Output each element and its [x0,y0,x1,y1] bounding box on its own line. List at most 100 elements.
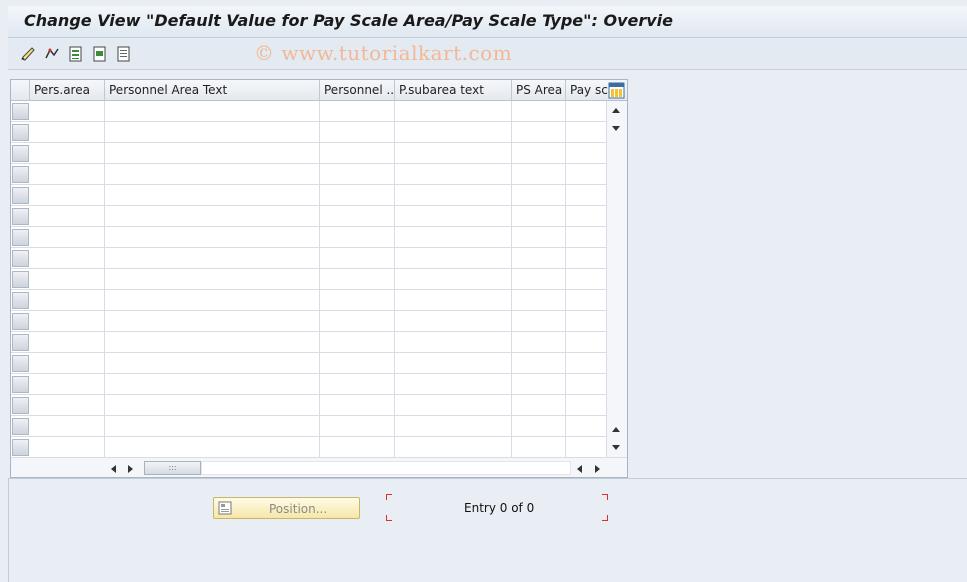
table-cell[interactable] [30,206,105,226]
table-cell[interactable] [395,248,512,268]
table-cell[interactable] [320,164,395,184]
table-cell[interactable] [512,206,566,226]
table-cell[interactable] [395,290,512,310]
deselect-all-icon[interactable] [115,45,133,63]
row-selector[interactable] [12,271,29,288]
table-cell[interactable] [566,164,607,184]
table-cell[interactable] [512,311,566,331]
table-cell[interactable] [105,416,320,436]
table-cell[interactable] [105,227,320,247]
table-cell[interactable] [105,353,320,373]
table-cell[interactable] [566,122,607,142]
row-selector[interactable] [12,376,29,393]
scroll-page-up-arrow-icon[interactable] [612,427,620,432]
table-cell[interactable] [105,332,320,352]
table-cell[interactable] [30,311,105,331]
table-cell[interactable] [512,248,566,268]
row-selector[interactable] [12,313,29,330]
other-entry-icon[interactable] [43,45,61,63]
table-cell[interactable] [320,290,395,310]
row-selector[interactable] [12,145,29,162]
row-selector[interactable] [12,397,29,414]
select-block-icon[interactable] [91,45,109,63]
row-selector[interactable] [12,355,29,372]
table-cell[interactable] [320,227,395,247]
row-selector[interactable] [12,124,29,141]
table-cell[interactable] [105,122,320,142]
scroll-far-left-arrow-icon[interactable] [577,465,582,473]
row-selector[interactable] [12,166,29,183]
table-cell[interactable] [566,101,607,121]
table-cell[interactable] [566,332,607,352]
table-cell[interactable] [30,164,105,184]
table-cell[interactable] [30,416,105,436]
table-cell[interactable] [320,353,395,373]
table-cell[interactable] [105,206,320,226]
scroll-right-arrow-icon[interactable] [128,465,133,473]
table-cell[interactable] [395,332,512,352]
table-cell[interactable] [320,143,395,163]
table-cell[interactable] [395,353,512,373]
table-cell[interactable] [105,143,320,163]
table-cell[interactable] [395,311,512,331]
table-cell[interactable] [566,206,607,226]
table-cell[interactable] [395,101,512,121]
table-cell[interactable] [566,185,607,205]
column-header-pay-scale[interactable]: Pay sca [566,80,608,101]
column-header-psubarea-text[interactable]: P.subarea text [395,80,512,101]
table-cell[interactable] [512,227,566,247]
table-cell[interactable] [30,395,105,415]
table-cell[interactable] [105,374,320,394]
table-cell[interactable] [512,143,566,163]
table-cell[interactable] [395,437,512,457]
scroll-left-arrow-icon[interactable] [111,465,116,473]
table-settings-icon[interactable] [608,82,625,99]
table-cell[interactable] [320,248,395,268]
display-change-icon[interactable] [19,45,37,63]
table-cell[interactable] [566,353,607,373]
table-cell[interactable] [566,416,607,436]
table-cell[interactable] [512,374,566,394]
row-selector[interactable] [12,439,29,456]
table-cell[interactable] [512,437,566,457]
column-header-personnel-area-text[interactable]: Personnel Area Text [105,80,320,101]
row-selector[interactable] [12,334,29,351]
table-cell[interactable] [30,122,105,142]
table-cell[interactable] [30,185,105,205]
table-cell[interactable] [566,290,607,310]
table-cell[interactable] [105,311,320,331]
table-cell[interactable] [395,122,512,142]
scroll-page-down-arrow-icon[interactable] [612,445,620,450]
horizontal-scrollbar[interactable]: ::: [11,457,627,477]
table-cell[interactable] [105,395,320,415]
column-header-pers-area[interactable]: Pers.area [30,80,105,101]
table-cell[interactable] [512,416,566,436]
row-selector[interactable] [12,250,29,267]
table-cell[interactable] [395,143,512,163]
table-cell[interactable] [105,164,320,184]
table-cell[interactable] [566,227,607,247]
table-cell[interactable] [395,269,512,289]
table-cell[interactable] [566,395,607,415]
table-cell[interactable] [512,332,566,352]
table-cell[interactable] [320,185,395,205]
row-selector[interactable] [12,418,29,435]
table-cell[interactable] [512,122,566,142]
table-cell[interactable] [512,185,566,205]
horizontal-scroll-thumb[interactable]: ::: [144,461,201,475]
table-cell[interactable] [30,227,105,247]
table-cell[interactable] [30,332,105,352]
table-cell[interactable] [30,101,105,121]
table-cell[interactable] [105,290,320,310]
table-cell[interactable] [395,227,512,247]
table-cell[interactable] [30,374,105,394]
table-cell[interactable] [30,437,105,457]
table-cell[interactable] [512,269,566,289]
table-cell[interactable] [320,332,395,352]
table-cell[interactable] [30,353,105,373]
column-header-ps-area[interactable]: PS Area [512,80,566,101]
table-cell[interactable] [566,269,607,289]
table-cell[interactable] [395,416,512,436]
table-cell[interactable] [105,185,320,205]
row-selector[interactable] [12,187,29,204]
